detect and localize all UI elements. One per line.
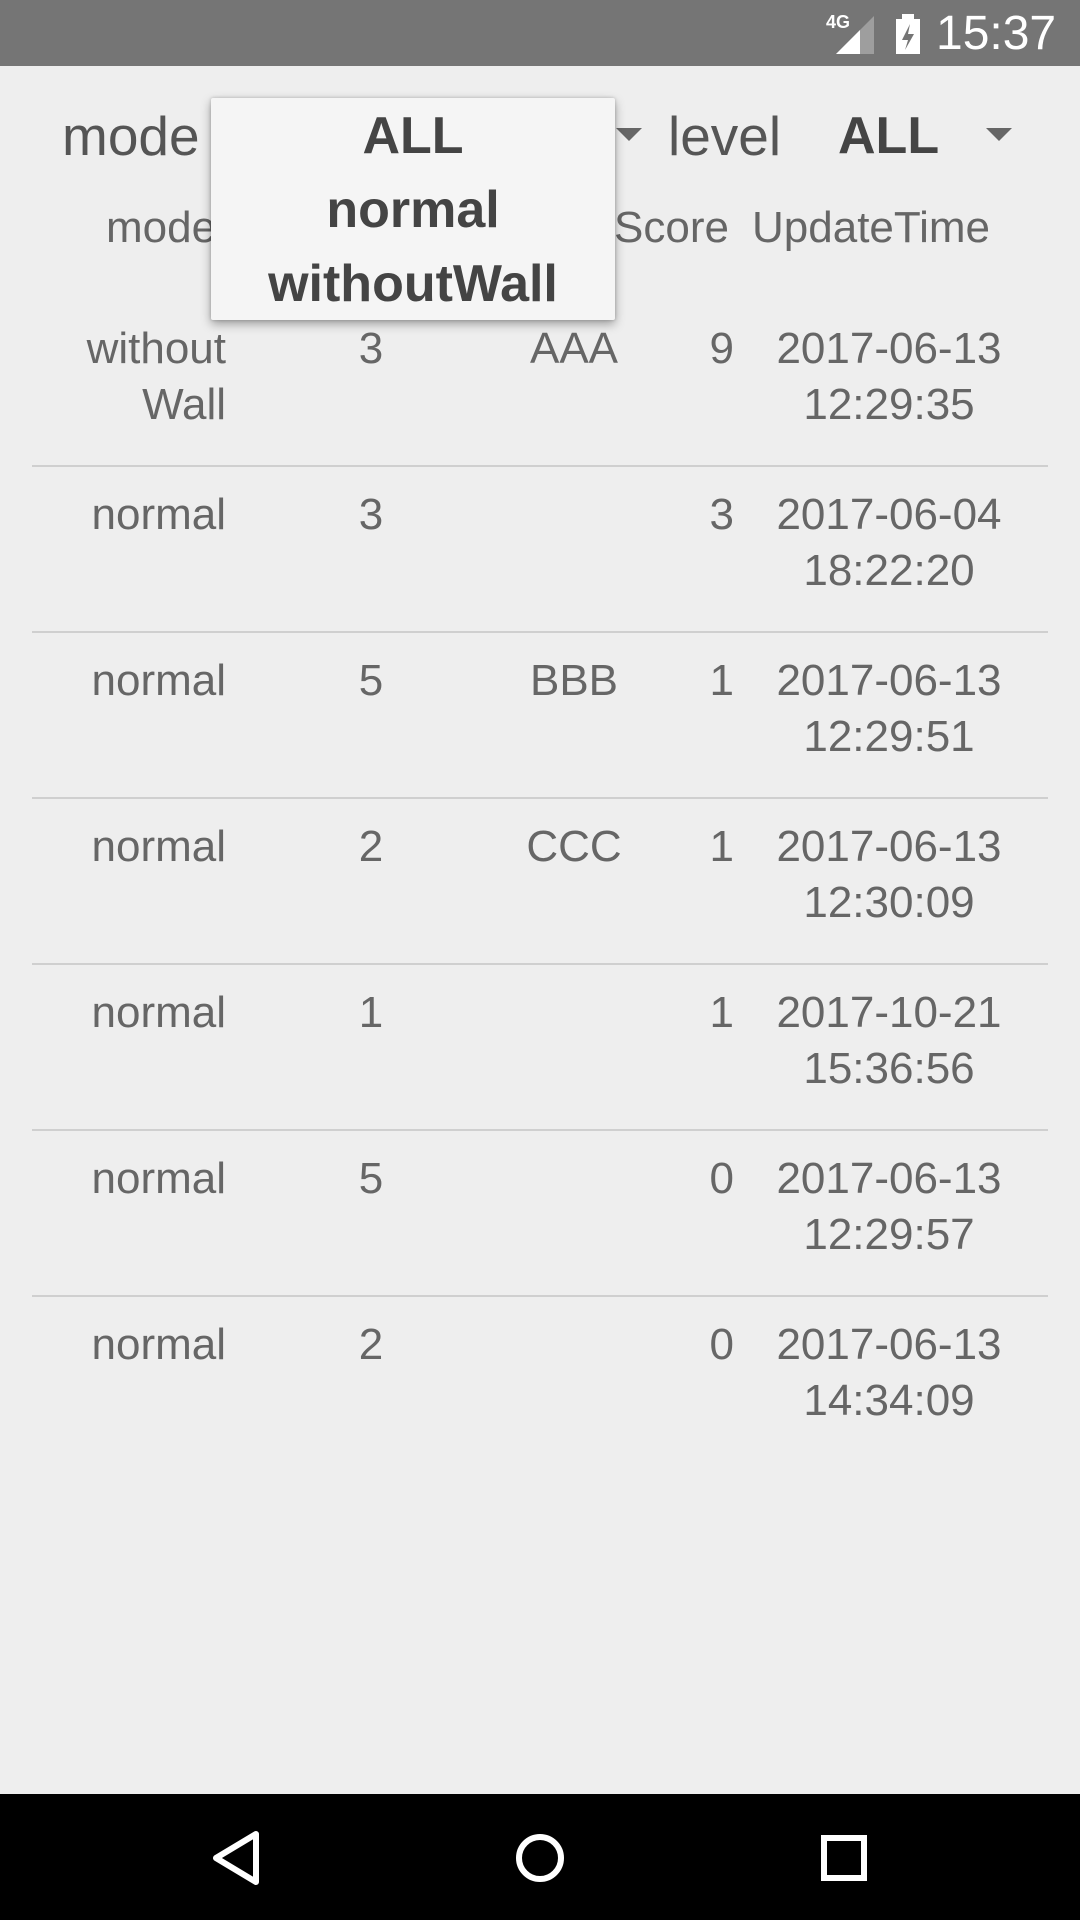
table-row[interactable]: normal 5 0 2017-06-13 12:29:57 (32, 1129, 1048, 1297)
status-bar: 4G 15:37 (0, 0, 1080, 66)
cell-date: 2017-10-21 (776, 988, 1002, 1037)
cell-level: 2 (358, 822, 384, 871)
cell-level: 3 (358, 324, 384, 373)
cell-score: 1 (709, 822, 734, 871)
table-row[interactable]: normal 2 0 2017-06-13 14:34:09 (32, 1295, 1048, 1461)
cell-name: AAA (529, 324, 619, 373)
cell-update-time: 2017-06-04 18:22:20 (754, 487, 1024, 599)
cell-level: 1 (358, 988, 384, 1037)
level-filter-label: level (668, 105, 782, 167)
cell-date: 2017-06-13 (776, 1154, 1002, 1203)
table-row[interactable]: normal 3 3 2017-06-04 18:22:20 (32, 465, 1048, 633)
level-spinner[interactable]: ALL (800, 100, 1030, 172)
cell-date: 2017-06-13 (776, 324, 1002, 373)
cell-time: 12:30:09 (803, 878, 975, 927)
cell-mode-line2: Wall (142, 380, 226, 429)
cell-update-time: 2017-06-13 12:29:35 (754, 321, 1024, 433)
cell-update-time: 2017-06-13 12:29:51 (754, 653, 1024, 765)
cell-mode: normal (32, 1317, 227, 1373)
dropdown-option-normal[interactable]: normal (211, 174, 615, 246)
home-icon[interactable] (498, 1820, 582, 1896)
cell-mode: without Wall (32, 321, 226, 433)
cell-update-time: 2017-10-21 15:36:56 (754, 985, 1024, 1097)
cell-mode-line1: normal (91, 1320, 227, 1369)
cell-level: 3 (358, 490, 384, 539)
navigation-bar (0, 1794, 1080, 1920)
cell-name: BBB (529, 656, 619, 705)
cell-level: 5 (358, 1154, 384, 1203)
cell-mode-line1: normal (91, 822, 227, 871)
recents-icon[interactable] (802, 1820, 886, 1896)
cell-score: 0 (709, 1154, 734, 1203)
cell-score: 0 (709, 1320, 734, 1369)
cell-score: 9 (709, 324, 734, 373)
battery-icon (896, 14, 920, 54)
cell-time: 12:29:51 (803, 712, 975, 761)
cell-mode-line1: without (86, 324, 226, 373)
chevron-down-icon (986, 128, 1012, 141)
level-spinner-value: ALL (838, 107, 940, 165)
cell-mode: normal (32, 819, 227, 875)
cell-level: 5 (358, 656, 384, 705)
cell-score: 1 (709, 656, 734, 705)
table-row[interactable]: without Wall 3 AAA 9 2017-06-13 12:29:35 (32, 299, 1048, 467)
cell-mode-line1: normal (91, 1154, 227, 1203)
dropdown-option-withoutwall[interactable]: withoutWall (211, 248, 615, 320)
cell-date: 2017-06-13 (776, 822, 1002, 871)
cell-update-time: 2017-06-13 12:29:57 (754, 1151, 1024, 1263)
cell-mode-line1: normal (91, 656, 227, 705)
cell-mode-line1: normal (91, 490, 227, 539)
header-score: Score (614, 203, 729, 252)
cell-time: 12:29:35 (803, 380, 975, 429)
mode-filter-label: mode (62, 105, 200, 167)
cell-level: 2 (358, 1320, 384, 1369)
cell-score: 1 (709, 988, 734, 1037)
cell-mode: normal (32, 985, 227, 1041)
cell-time: 15:36:56 (803, 1044, 975, 1093)
cell-time: 18:22:20 (803, 546, 975, 595)
table-row[interactable]: normal 1 1 2017-10-21 15:36:56 (32, 963, 1048, 1131)
cell-time: 12:29:57 (803, 1210, 975, 1259)
table-row[interactable]: normal 2 CCC 1 2017-06-13 12:30:09 (32, 797, 1048, 965)
header-mode: mode (106, 203, 217, 252)
dropdown-option-all[interactable]: ALL (211, 100, 615, 172)
signal-icon (836, 16, 874, 54)
cell-mode: normal (32, 487, 227, 543)
cell-score: 3 (709, 490, 734, 539)
cell-mode: normal (32, 653, 227, 709)
cell-name: CCC (526, 822, 622, 871)
table-row[interactable]: normal 5 BBB 1 2017-06-13 12:29:51 (32, 631, 1048, 799)
status-time: 15:37 (936, 7, 1057, 60)
cell-mode: normal (32, 1151, 227, 1207)
cell-date: 2017-06-13 (776, 656, 1002, 705)
chevron-down-icon (616, 128, 642, 141)
mode-dropdown-menu: ALL normal withoutWall (211, 98, 615, 320)
cell-update-time: 2017-06-13 12:30:09 (754, 819, 1024, 931)
back-icon[interactable] (194, 1820, 278, 1896)
cell-date: 2017-06-13 (776, 1320, 1002, 1369)
cell-date: 2017-06-04 (776, 490, 1002, 539)
cell-mode-line1: normal (91, 988, 227, 1037)
cell-update-time: 2017-06-13 14:34:09 (754, 1317, 1024, 1429)
header-update-time: UpdateTime (752, 203, 991, 252)
cell-time: 14:34:09 (803, 1376, 975, 1425)
